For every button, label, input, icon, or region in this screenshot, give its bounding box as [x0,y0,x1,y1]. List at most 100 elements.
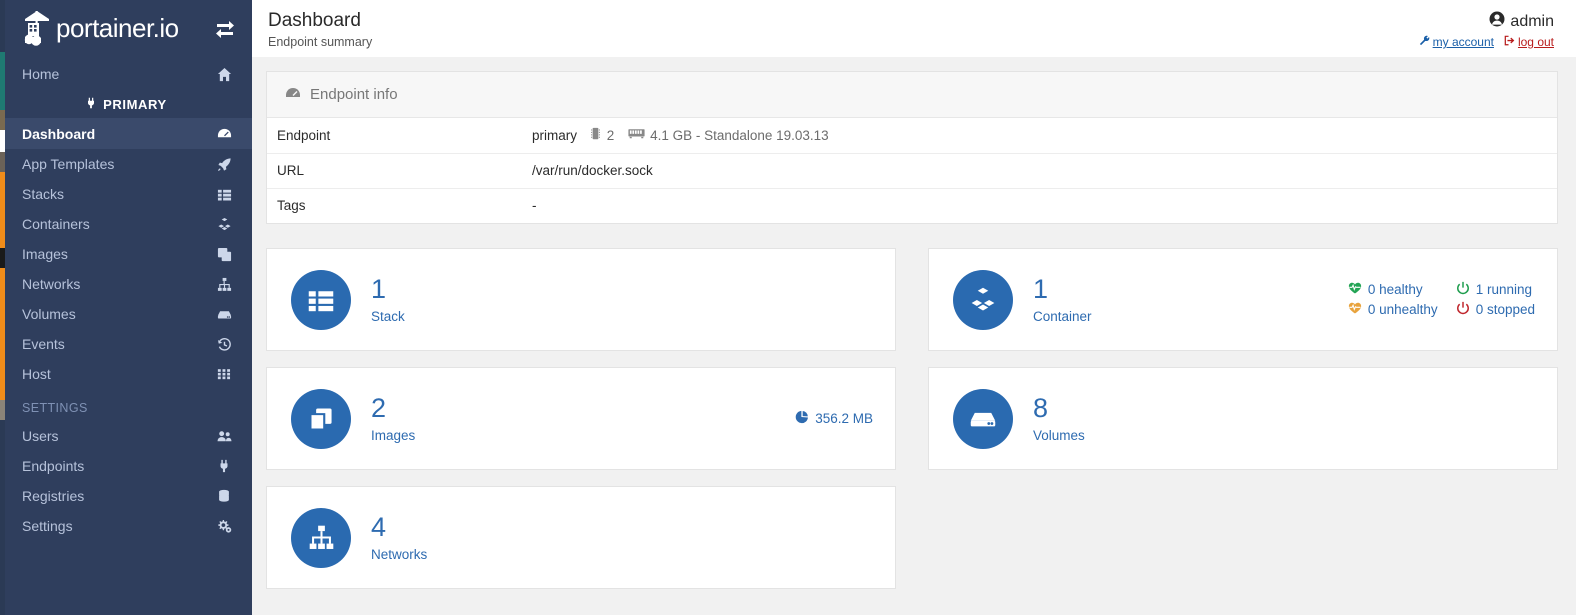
volumes-count: 8 [1033,393,1049,423]
sidebar-item-label: Images [22,246,68,262]
sidebar-item-label: Registries [22,488,85,504]
my-account-label: my account [1432,35,1494,49]
container-card-text: 1 Container [1033,275,1092,324]
sidebar-item-events[interactable]: Events [0,329,252,359]
networks-label: Networks [371,547,428,562]
ram-icon [628,127,645,143]
sidebar-item-label: Events [22,336,65,352]
sidebar-item-app-templates[interactable]: App Templates [0,149,252,179]
cogs-icon [214,519,234,534]
page-subtitle: Endpoint summary [268,35,373,49]
user-name-row: admin [1419,11,1554,32]
status-unhealthy: 0 unhealthy [1348,301,1438,318]
volumes-card-text: 8 Volumes [1033,394,1085,443]
sidebar-item-dashboard[interactable]: Dashboard [0,118,252,149]
sidebar-item-label: Endpoints [22,458,85,474]
user-links: my account log out [1419,35,1554,49]
endpoint-name: primary [532,128,578,144]
row-key: URL [267,153,532,189]
sidebar-item-host[interactable]: Host [0,359,252,389]
sidebar-item-label: Host [22,366,51,382]
sidebar-logo-bar: portainer.io [0,0,252,56]
endpoint-info-table: Endpoint primary 2 4.1 GB - Standalone 1… [267,118,1557,223]
sidebar-item-label: Settings [22,518,73,534]
table-row: Tags - [267,188,1557,223]
power-icon [1456,301,1470,318]
portainer-logo-icon [20,9,54,47]
endpoint-ram: 4.1 GB - Standalone 19.03.13 [628,127,829,143]
networks-card[interactable]: 4 Networks [266,486,896,589]
log-out-label: log out [1517,35,1554,49]
sidebar-item-label: Stacks [22,186,65,202]
stack-card-text: 1 Stack [371,275,405,324]
sidebar-section-settings: SETTINGS [22,401,88,415]
status-healthy-label: 0 healthy [1367,282,1423,297]
cubes-icon [214,217,234,232]
my-account-link[interactable]: my account [1419,35,1494,49]
cpu-count: 2 [606,127,615,143]
pie-chart-icon [795,410,809,427]
ram-info: 4.1 GB - Standalone 19.03.13 [650,127,829,143]
brand-name: portainer.io [56,12,179,43]
sidebar-item-images[interactable]: Images [0,239,252,269]
images-size: 356.2 MB [795,410,873,427]
status-running: 1 running [1456,281,1535,298]
status-stopped-label: 0 stopped [1475,302,1535,317]
sidebar-item-registries[interactable]: Registries [0,481,252,511]
dashboard-cards: 1 Stack 2 Images 356.2 MB 4 Networks 1 C… [266,248,1558,589]
home-icon [214,67,234,82]
database-icon [214,489,234,503]
sidebar-item-volumes[interactable]: Volumes [0,299,252,329]
sidebar-item-containers[interactable]: Containers [0,209,252,239]
sidebar-item-label: Users [22,428,59,444]
sidebar-item-label: Networks [22,276,81,292]
brand-logo[interactable]: portainer.io [20,9,179,47]
endpoint-info-title: Endpoint info [310,86,398,103]
history-icon [214,337,234,352]
plug-icon [214,459,234,473]
exchange-arrows-icon[interactable] [212,15,238,41]
images-card[interactable]: 2 Images 356.2 MB [266,367,896,470]
plug-icon [85,97,97,112]
sidebar-item-label: Volumes [22,306,76,322]
images-card-text: 2 Images [371,394,415,443]
row-value: primary 2 4.1 GB - Standalone 19.03.13 [532,118,1557,154]
sidebar-item-settings[interactable]: Settings [0,511,252,541]
row-value: - [532,198,537,214]
row-key: Tags [277,198,306,214]
images-card-right: 356.2 MB [795,410,873,427]
sidebar-item-networks[interactable]: Networks [0,269,252,299]
user-circle-icon [1489,11,1505,32]
table-row: URL /var/run/docker.sock [267,153,1557,189]
heartbeat-icon [1348,301,1362,318]
status-healthy: 0 healthy [1348,281,1438,298]
endpoint-info-header: Endpoint info [267,72,1557,118]
container-label: Container [1033,309,1092,324]
endpoint-info-panel: Endpoint info Endpoint primary 2 4.1 GB … [266,71,1558,224]
sign-out-icon [1504,35,1515,49]
row-key: Endpoint [267,118,532,154]
container-card[interactable]: 1 Container 0 healthy 1 running 0 unheal… [928,248,1558,351]
sidebar-item-home[interactable]: Home [0,58,252,90]
page-header-text: Dashboard Endpoint summary [268,9,372,49]
images-label: Images [371,428,416,443]
sitemap-icon [214,277,234,292]
page-title: Dashboard [268,10,361,31]
users-icon [214,429,234,444]
container-count: 1 [1033,274,1049,304]
rocket-icon [214,157,234,172]
stack-card[interactable]: 1 Stack [266,248,896,351]
volumes-label: Volumes [1033,428,1085,443]
container-status-stats: 0 healthy 1 running 0 unhealthy 0 stoppe… [1348,281,1535,318]
cards-column-right: 1 Container 0 healthy 1 running 0 unheal… [928,248,1558,589]
log-out-link[interactable]: log out [1504,35,1554,49]
clone-icon [291,388,351,449]
endpoint-primary-badge[interactable]: PRIMARY [0,90,252,118]
sidebar-item-stacks[interactable]: Stacks [0,179,252,209]
volumes-card[interactable]: 8 Volumes [928,367,1558,470]
sidebar-item-endpoints[interactable]: Endpoints [0,451,252,481]
window-edge-strip [0,0,5,615]
th-list-icon [291,269,351,330]
th-icon [214,367,234,381]
sidebar-item-users[interactable]: Users [0,421,252,451]
